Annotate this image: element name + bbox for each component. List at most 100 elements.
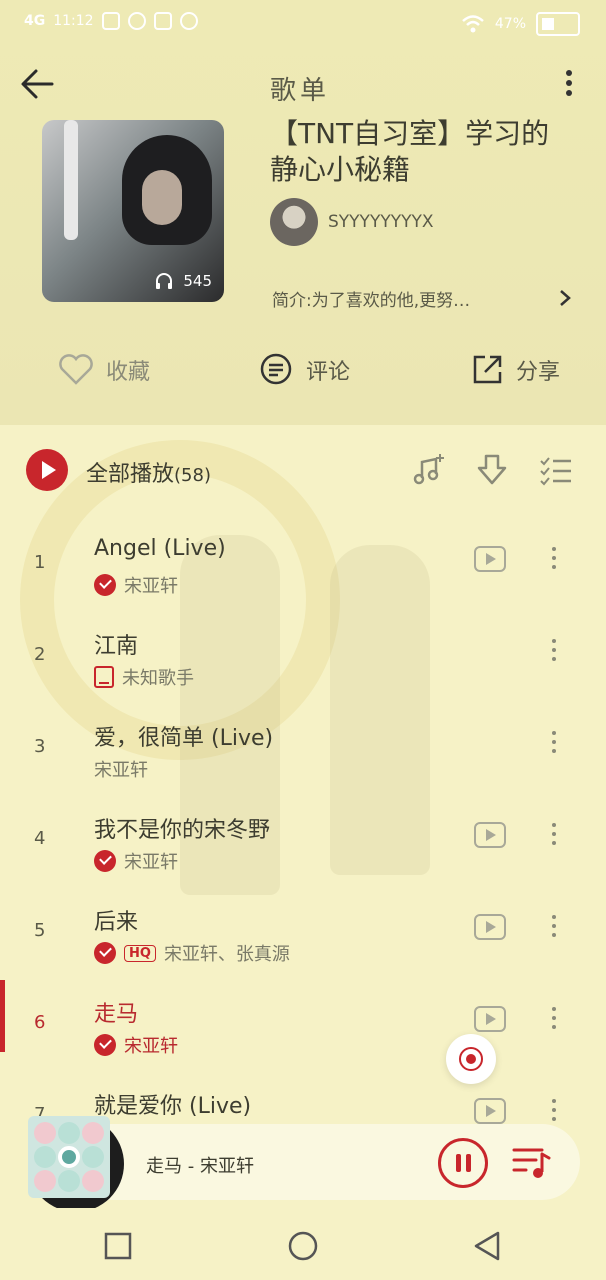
play-all-button[interactable] — [26, 449, 68, 491]
song-meta: 宋亚轩 — [94, 756, 148, 782]
song-artist: 宋亚轩 — [124, 1036, 178, 1057]
share-button[interactable]: 分享 — [470, 348, 560, 392]
song-title: 江南 — [94, 634, 139, 659]
verified-icon — [94, 1034, 116, 1056]
video-icon[interactable] — [474, 1098, 506, 1124]
song-title: 走马 — [94, 1002, 139, 1027]
cover-dot — [34, 1122, 56, 1144]
song-artist: 宋亚轩 — [124, 576, 178, 597]
song-row[interactable]: 3 爱，很简单 (Live) 宋亚轩 — [0, 704, 606, 796]
song-row[interactable]: 4 我不是你的宋冬野 宋亚轩 — [0, 796, 606, 888]
cover-face — [142, 170, 182, 225]
add-music-icon[interactable] — [410, 452, 446, 488]
wifi-icon — [462, 15, 484, 33]
chevron-right-icon[interactable] — [556, 288, 574, 308]
song-row[interactable]: 1 Angel (Live) 宋亚轩 — [0, 520, 606, 612]
pause-button[interactable] — [438, 1138, 488, 1188]
play-all-text: 全部播放 — [86, 462, 175, 487]
song-menu-button[interactable] — [546, 542, 562, 576]
app-icon — [179, 12, 198, 30]
local-file-icon — [94, 666, 114, 688]
more-options-button[interactable] — [556, 66, 582, 106]
page-title: 歌单 — [270, 76, 331, 106]
locate-current-song-button[interactable] — [446, 1034, 496, 1084]
network-label: 4G — [24, 13, 46, 29]
verified-icon — [94, 574, 116, 596]
owner-avatar[interactable] — [270, 198, 318, 246]
song-number: 3 — [34, 736, 46, 757]
headphones-icon — [156, 273, 173, 289]
play-count: 545 — [155, 272, 212, 290]
heart-icon — [127, 12, 146, 30]
battery-icon — [536, 12, 580, 36]
song-artist: 宋亚轩 — [124, 852, 178, 873]
video-icon[interactable] — [474, 914, 506, 940]
song-title: 后来 — [94, 910, 139, 935]
song-title: 就是爱你 (Live) — [94, 1094, 252, 1119]
song-menu-button[interactable] — [546, 910, 562, 944]
download-icon[interactable] — [474, 452, 510, 488]
cover-dot — [34, 1146, 56, 1168]
song-row[interactable]: 2 江南 未知歌手 — [0, 612, 606, 704]
home-icon[interactable] — [287, 1230, 319, 1262]
back-button[interactable] — [18, 64, 58, 104]
playlist-name: 【TNT自习室】学习的静心小秘籍 — [270, 117, 550, 186]
cover-dot — [34, 1170, 56, 1192]
playlist-cover[interactable]: 545 — [42, 120, 224, 302]
video-icon[interactable] — [474, 822, 506, 848]
song-title: Angel (Live) — [94, 536, 226, 561]
status-right: 47% — [461, 12, 580, 36]
recent-apps-icon[interactable] — [104, 1232, 132, 1260]
cover-dot — [58, 1122, 80, 1144]
verified-icon — [94, 850, 116, 872]
song-menu-button[interactable] — [546, 818, 562, 852]
song-row[interactable]: 5 后来 HQ 宋亚轩、张真源 — [0, 888, 606, 980]
song-menu-button[interactable] — [546, 1002, 562, 1036]
song-artist: 宋亚轩、张真源 — [163, 944, 290, 965]
owner-name[interactable]: SYYYYYYYYX — [328, 212, 434, 232]
battery-percent: 47% — [494, 16, 526, 32]
cover-dot — [82, 1170, 104, 1192]
cover-dot — [82, 1122, 104, 1144]
song-number: 4 — [34, 828, 46, 849]
video-icon[interactable] — [474, 1006, 506, 1032]
system-navigation-bar — [0, 1208, 606, 1280]
song-meta: 宋亚轩 — [94, 1032, 178, 1058]
app-icon — [153, 12, 172, 30]
verified-icon — [94, 942, 116, 964]
song-menu-button[interactable] — [546, 726, 562, 760]
mini-player-cover[interactable] — [28, 1116, 110, 1198]
song-title: 爱，很简单 (Live) — [94, 726, 274, 751]
cover-dot — [82, 1146, 104, 1168]
song-menu-button[interactable] — [546, 1094, 562, 1124]
cover-dot — [58, 1146, 80, 1168]
mini-player[interactable]: 走马 - 宋亚轩 — [28, 1116, 580, 1212]
video-icon[interactable] — [474, 546, 506, 572]
song-meta: 宋亚轩 — [94, 848, 178, 874]
song-menu-button[interactable] — [546, 634, 562, 668]
status-time: 11:12 — [53, 13, 94, 29]
song-meta: 未知歌手 — [94, 664, 194, 690]
cover-microphone — [64, 120, 78, 240]
playlist-intro[interactable]: 简介:为了喜欢的他,更努… — [272, 286, 542, 311]
song-artist: 宋亚轩 — [94, 760, 148, 781]
more-dot — [566, 80, 572, 86]
song-artist: 未知歌手 — [122, 668, 194, 689]
now-playing-title: 走马 - 宋亚轩 — [146, 1156, 254, 1177]
multi-select-icon[interactable] — [538, 452, 574, 488]
song-count: (58) — [174, 465, 211, 486]
song-row[interactable]: 6 走马 宋亚轩 — [0, 980, 606, 1072]
play-all-label[interactable]: 全部播放(58) — [86, 456, 211, 488]
heart-icon — [59, 354, 93, 385]
comment-button[interactable]: 评论 — [258, 348, 350, 392]
favorite-label: 收藏 — [106, 360, 151, 385]
back-triangle-icon[interactable] — [472, 1230, 502, 1262]
notification-icon — [101, 12, 120, 30]
playlist-queue-icon[interactable] — [512, 1144, 552, 1180]
share-icon — [473, 355, 502, 384]
song-number: 5 — [34, 920, 46, 941]
song-number: 6 — [34, 1012, 46, 1033]
comment-icon — [260, 353, 292, 385]
share-label: 分享 — [516, 360, 561, 385]
favorite-button[interactable]: 收藏 — [58, 348, 150, 392]
